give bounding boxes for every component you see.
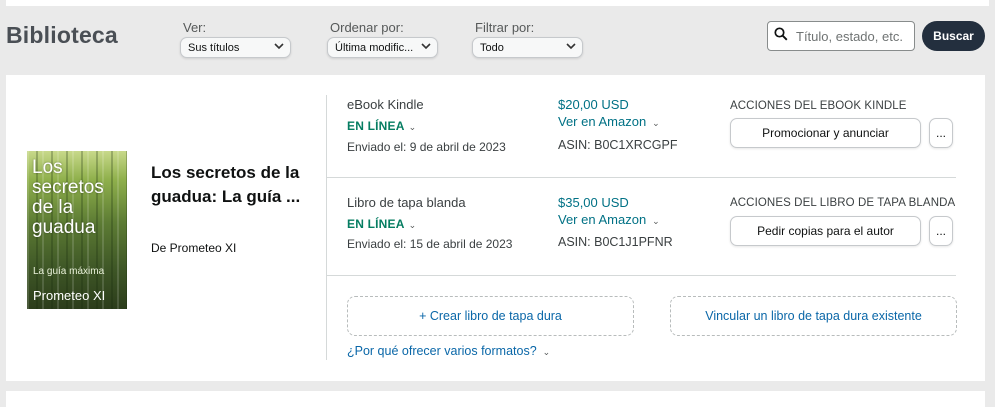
status-select-value: Todo [480, 41, 504, 54]
format-name-ebook: eBook Kindle [347, 97, 424, 112]
why-formats-label: ¿Por qué ofrecer varios formatos? [347, 344, 537, 358]
book-card: Los secretos de la guadua La guía máxima… [6, 75, 985, 381]
link-hardcover-button[interactable]: Vincular un libro de tapa dura existente [670, 296, 957, 336]
view-on-amazon-ebook[interactable]: Ver en Amazon ⌄ [558, 114, 660, 129]
view-on-amazon-label: Ver en Amazon [558, 212, 647, 227]
search-icon [774, 26, 788, 46]
price-paperback: $35,00 USD [558, 195, 629, 210]
chevron-down-icon: ⌄ [652, 118, 660, 128]
view-on-amazon-label: Ver en Amazon [558, 114, 647, 129]
create-hardcover-button[interactable]: + Crear libro de tapa dura [347, 296, 634, 336]
chevron-down-icon: ⌄ [542, 347, 551, 357]
book-title[interactable]: Los secretos de la guadua: La guía ... [151, 161, 311, 209]
sent-date-paperback: Enviado el: 15 de abril de 2023 [347, 237, 513, 251]
column-divider [326, 95, 327, 360]
chevron-down-icon: ⌄ [408, 220, 417, 230]
view-select[interactable]: Sus títulos [180, 37, 291, 58]
chevron-down-icon [274, 42, 284, 53]
more-actions-button-ebook[interactable]: ... [929, 118, 953, 148]
why-formats-link[interactable]: ¿Por qué ofrecer varios formatos? ⌄ [347, 344, 550, 358]
row-divider [327, 177, 956, 178]
asin-paperback: ASIN: B0C1J1PFNR [558, 235, 673, 249]
chevron-down-icon [421, 42, 431, 53]
status-filter-group: Filtrar por: Todo [472, 20, 583, 58]
status-dropdown-ebook[interactable]: EN LÍNEA ⌄ [347, 119, 416, 133]
sort-filter-label: Ordenar por: [330, 20, 404, 35]
chevron-down-icon: ⌄ [408, 122, 417, 132]
search-button[interactable]: Buscar [922, 21, 985, 51]
view-filter-group: Ver: Sus títulos [180, 20, 291, 58]
format-name-paperback: Libro de tapa blanda [347, 195, 466, 210]
sort-select-value: Última modific... [335, 41, 414, 54]
view-on-amazon-paperback[interactable]: Ver en Amazon ⌄ [558, 212, 660, 227]
view-filter-label: Ver: [183, 20, 207, 35]
sort-select[interactable]: Última modific... [327, 37, 438, 58]
page-title: Biblioteca [6, 22, 118, 48]
actions-header-ebook: ACCIONES DEL EBOOK KINDLE [730, 100, 907, 112]
next-book-card [6, 391, 985, 407]
status-select[interactable]: Todo [472, 37, 583, 58]
view-select-value: Sus títulos [188, 41, 240, 54]
status-label: EN LÍNEA [347, 217, 405, 231]
cover-title: Los secretos de la guadua [32, 157, 104, 238]
asin-ebook: ASIN: B0C1XRCGPF [558, 138, 678, 152]
search-input[interactable] [796, 28, 914, 44]
search-box [767, 21, 915, 51]
sent-date-ebook: Enviado el: 9 de abril de 2023 [347, 140, 506, 154]
sort-filter-group: Ordenar por: Última modific... [327, 20, 438, 58]
library-header: Biblioteca Ver: Sus títulos Ordenar por:… [0, 6, 995, 68]
cover-subtitle: La guía máxima [33, 266, 105, 277]
order-author-copies-button[interactable]: Pedir copias para el autor [730, 216, 921, 246]
chevron-down-icon [566, 42, 576, 53]
book-cover[interactable]: Los secretos de la guadua La guía máxima… [27, 151, 127, 309]
more-actions-button-paperback[interactable]: ... [929, 216, 953, 246]
book-author: De Prometeo XI [151, 241, 237, 255]
actions-header-paperback: ACCIONES DEL LIBRO DE TAPA BLANDA [730, 197, 956, 209]
status-dropdown-paperback[interactable]: EN LÍNEA ⌄ [347, 217, 416, 231]
chevron-down-icon: ⌄ [652, 216, 660, 226]
cover-author: Prometeo XI [33, 288, 106, 303]
status-filter-label: Filtrar por: [475, 20, 535, 35]
status-label: EN LÍNEA [347, 119, 405, 133]
row-divider [327, 275, 956, 276]
promote-button[interactable]: Promocionar y anunciar [730, 118, 921, 148]
price-ebook: $20,00 USD [558, 97, 629, 112]
